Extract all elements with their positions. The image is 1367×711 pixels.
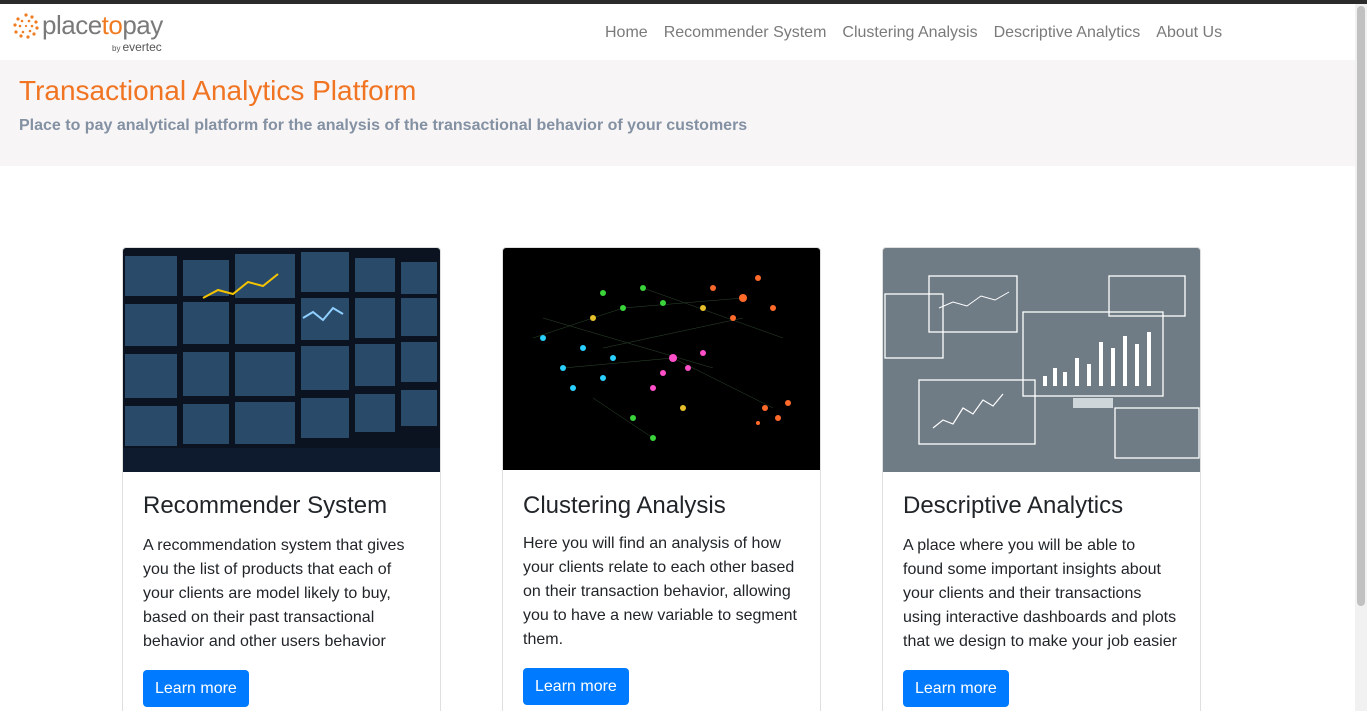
video-wall-image	[123, 248, 440, 472]
card-text: A place where you will be able to found …	[903, 537, 1177, 650]
card-text: A recommendation system that gives you t…	[143, 537, 405, 650]
nav-about-us[interactable]: About Us	[1156, 24, 1222, 42]
card-title: Descriptive Analytics	[903, 492, 1124, 519]
logo-wordmark: placetopay	[42, 10, 163, 40]
hero-section: Transactional Analytics Platform Place t…	[0, 60, 1355, 166]
nav-home[interactable]: Home	[605, 24, 648, 42]
nav-clustering-analysis[interactable]: Clustering Analysis	[842, 24, 977, 42]
page-subtitle: Place to pay analytical platform for the…	[19, 117, 748, 134]
learn-more-clustering-button[interactable]: Learn more	[523, 668, 629, 705]
logo-dots-icon	[13, 13, 39, 39]
navbar: placetopay by evertec Home Recommender Sy…	[0, 4, 1355, 60]
scrollbar-thumb[interactable]	[1357, 6, 1365, 606]
learn-more-descriptive-button[interactable]: Learn more	[903, 670, 1009, 707]
network-graph-image	[503, 248, 820, 470]
card-descriptive-analytics: Descriptive Analytics A place where you …	[882, 247, 1201, 711]
nav-recommender-system[interactable]: Recommender System	[664, 24, 827, 42]
card-title: Clustering Analysis	[523, 492, 726, 519]
main-nav: Home Recommender System Clustering Analy…	[605, 24, 1238, 42]
card-text: Here you will find an analysis of how yo…	[523, 535, 797, 648]
placetopay-logo[interactable]: placetopay by evertec	[12, 10, 192, 56]
page-title: Transactional Analytics Platform	[19, 75, 417, 106]
page-scrollbar[interactable]	[1355, 4, 1367, 711]
card-recommender-system: Recommender System A recommendation syst…	[122, 247, 441, 711]
nav-descriptive-analytics[interactable]: Descriptive Analytics	[994, 24, 1141, 42]
analytics-dashboard-image	[883, 248, 1200, 472]
learn-more-recommender-button[interactable]: Learn more	[143, 670, 249, 707]
logo-subbrand: by evertec	[112, 40, 162, 54]
card-title: Recommender System	[143, 492, 388, 519]
card-clustering-analysis: Clustering Analysis Here you will find a…	[502, 247, 821, 711]
